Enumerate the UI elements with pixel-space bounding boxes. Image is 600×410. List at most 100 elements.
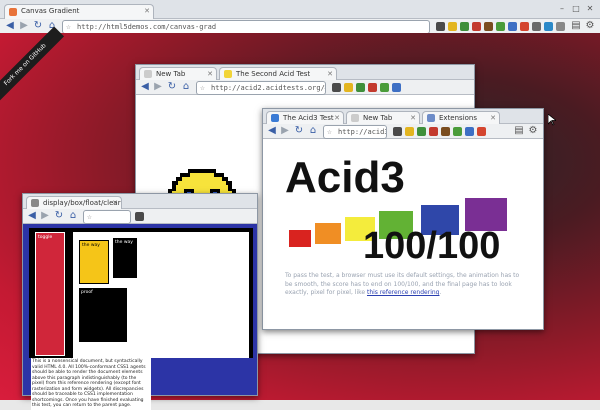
extension-icon[interactable] bbox=[460, 22, 469, 31]
close-tab-icon[interactable]: ✕ bbox=[207, 70, 213, 78]
extension-icon[interactable] bbox=[556, 22, 565, 31]
back-icon[interactable]: ◀ bbox=[139, 81, 151, 93]
color-square-orange bbox=[315, 223, 341, 244]
mouse-cursor-icon bbox=[548, 114, 556, 126]
acid3-score: 100/100 bbox=[363, 225, 501, 267]
close-tab-icon[interactable]: ✕ bbox=[327, 70, 333, 78]
extension-icon[interactable] bbox=[392, 83, 401, 92]
acid3-address-bar[interactable]: ☆ http://acid3.a bbox=[323, 125, 387, 139]
tab-extensions[interactable]: Extensions ✕ bbox=[422, 111, 500, 124]
close-tab-icon[interactable]: ✕ bbox=[410, 114, 416, 122]
reload-icon[interactable]: ↻ bbox=[293, 125, 305, 137]
extension-icon[interactable] bbox=[356, 83, 365, 92]
reload-icon[interactable]: ↻ bbox=[32, 20, 44, 32]
extension-icon[interactable] bbox=[477, 127, 486, 136]
tab-new-tab[interactable]: New Tab ✕ bbox=[139, 67, 217, 80]
acid3-page: Acid3 100/100 To pass the test, a browse… bbox=[263, 139, 543, 329]
maximize-icon[interactable]: □ bbox=[570, 3, 582, 14]
forward-icon[interactable]: ▶ bbox=[39, 210, 51, 222]
html5-favicon-icon bbox=[9, 8, 17, 16]
extension-icon[interactable] bbox=[417, 127, 426, 136]
extension-icon[interactable] bbox=[453, 127, 462, 136]
acid2-favicon-icon bbox=[224, 70, 232, 78]
extension-icon[interactable] bbox=[520, 22, 529, 31]
bookmark-star-icon[interactable]: ☆ bbox=[66, 22, 71, 31]
tab-title: Canvas Gradient bbox=[21, 7, 80, 15]
home-icon[interactable]: ⌂ bbox=[180, 81, 192, 93]
acid2-address-bar[interactable]: ☆ http://acid2.acidtests.org/#top bbox=[196, 81, 326, 95]
page-favicon-icon bbox=[351, 114, 359, 122]
tab-title: The Acid3 Test bbox=[283, 114, 334, 122]
tab-new-tab[interactable]: New Tab ✕ bbox=[346, 111, 420, 124]
wrench-menu-icon[interactable]: ⚙ bbox=[584, 20, 596, 32]
extension-icon[interactable] bbox=[532, 22, 541, 31]
box-label: the way bbox=[82, 243, 100, 248]
bookmark-star-icon[interactable]: ☆ bbox=[327, 127, 332, 136]
tab-box-test[interactable]: display/box/float/clear ✕ bbox=[26, 196, 122, 209]
yellow-box: the way bbox=[79, 240, 109, 284]
forward-icon[interactable]: ▶ bbox=[279, 125, 291, 137]
extension-icon[interactable] bbox=[544, 22, 553, 31]
back-icon[interactable]: ◀ bbox=[266, 125, 278, 137]
back-icon[interactable]: ◀ bbox=[26, 210, 38, 222]
close-tab-icon[interactable]: ✕ bbox=[490, 114, 496, 122]
acid3-tab-strip: The Acid3 Test ✕ New Tab ✕ Extensions ✕ bbox=[263, 109, 543, 124]
bookmark-star-icon[interactable]: ☆ bbox=[87, 212, 92, 221]
extension-icon[interactable] bbox=[135, 212, 144, 221]
home-icon[interactable]: ⌂ bbox=[307, 125, 319, 137]
close-tab-icon[interactable]: ✕ bbox=[112, 199, 118, 207]
tab-title: Extensions bbox=[439, 114, 478, 122]
page-menu-icon[interactable]: ▤ bbox=[570, 20, 582, 32]
extension-icon[interactable] bbox=[465, 127, 474, 136]
extension-icon[interactable] bbox=[436, 22, 445, 31]
acid3-favicon-icon bbox=[271, 114, 279, 122]
extension-icon[interactable] bbox=[332, 83, 341, 92]
reload-icon[interactable]: ↻ bbox=[166, 81, 178, 93]
box-label: toggle bbox=[38, 235, 53, 240]
main-address-bar[interactable]: ☆ http://html5demos.com/canvas-grad bbox=[62, 20, 430, 34]
acid3-window: The Acid3 Test ✕ New Tab ✕ Extensions ✕ … bbox=[262, 108, 544, 330]
box-tab-strip: display/box/float/clear ✕ bbox=[23, 194, 257, 209]
extension-icon[interactable] bbox=[448, 22, 457, 31]
box-address-bar[interactable]: ☆ bbox=[83, 210, 131, 224]
close-tab-icon[interactable]: ✕ bbox=[144, 7, 150, 15]
bookmark-star-icon[interactable]: ☆ bbox=[200, 83, 205, 92]
extension-icon[interactable] bbox=[508, 22, 517, 31]
back-icon[interactable]: ◀ bbox=[4, 20, 16, 32]
extension-icon[interactable] bbox=[368, 83, 377, 92]
acid2-url: http://acid2.acidtests.org/#top bbox=[211, 84, 325, 92]
forward-icon[interactable]: ▶ bbox=[18, 20, 30, 32]
box-test-note: This is a nonsensical document, but synt… bbox=[31, 358, 151, 410]
tab-title: New Tab bbox=[363, 114, 393, 122]
box-note-text: This is a nonsensical document, but synt… bbox=[32, 359, 146, 408]
extension-icon[interactable] bbox=[429, 127, 438, 136]
tab-acid3-test[interactable]: The Acid3 Test ✕ bbox=[266, 111, 344, 124]
reference-rendering-link[interactable]: this reference rendering bbox=[367, 289, 440, 296]
puzzle-icon bbox=[427, 114, 435, 122]
forward-icon[interactable]: ▶ bbox=[152, 81, 164, 93]
tab-canvas-gradient[interactable]: Canvas Gradient ✕ bbox=[4, 4, 154, 19]
extension-icon[interactable] bbox=[393, 127, 402, 136]
acid3-instructions: To pass the test, a browser must use its… bbox=[285, 272, 525, 298]
tab-second-acid-test[interactable]: The Second Acid Test ✕ bbox=[219, 67, 337, 80]
acid3-instructions-end: . bbox=[439, 289, 442, 296]
reload-icon[interactable]: ↻ bbox=[53, 210, 65, 222]
extension-icon[interactable] bbox=[496, 22, 505, 31]
black-box-lower: proof bbox=[79, 288, 127, 342]
home-icon[interactable]: ⌂ bbox=[67, 210, 79, 222]
main-url: http://html5demos.com/canvas-grad bbox=[77, 23, 217, 31]
close-tab-icon[interactable]: ✕ bbox=[334, 114, 340, 122]
extension-icon[interactable] bbox=[405, 127, 414, 136]
extension-icon[interactable] bbox=[484, 22, 493, 31]
acid2-toolbar: ◀ ▶ ↻ ⌂ ☆ http://acid2.acidtests.org/#to… bbox=[136, 80, 474, 95]
extension-icon[interactable] bbox=[344, 83, 353, 92]
extension-icon[interactable] bbox=[380, 83, 389, 92]
extension-icon[interactable] bbox=[472, 22, 481, 31]
tab-title: display/box/float/clear bbox=[43, 199, 121, 207]
extension-icon[interactable] bbox=[441, 127, 450, 136]
page-menu-icon[interactable]: ▤ bbox=[513, 125, 525, 137]
box-label: the way bbox=[115, 240, 133, 245]
wrench-menu-icon[interactable]: ⚙ bbox=[527, 125, 539, 137]
close-window-icon[interactable]: ✕ bbox=[584, 3, 596, 14]
minimize-icon[interactable]: – bbox=[556, 3, 568, 14]
